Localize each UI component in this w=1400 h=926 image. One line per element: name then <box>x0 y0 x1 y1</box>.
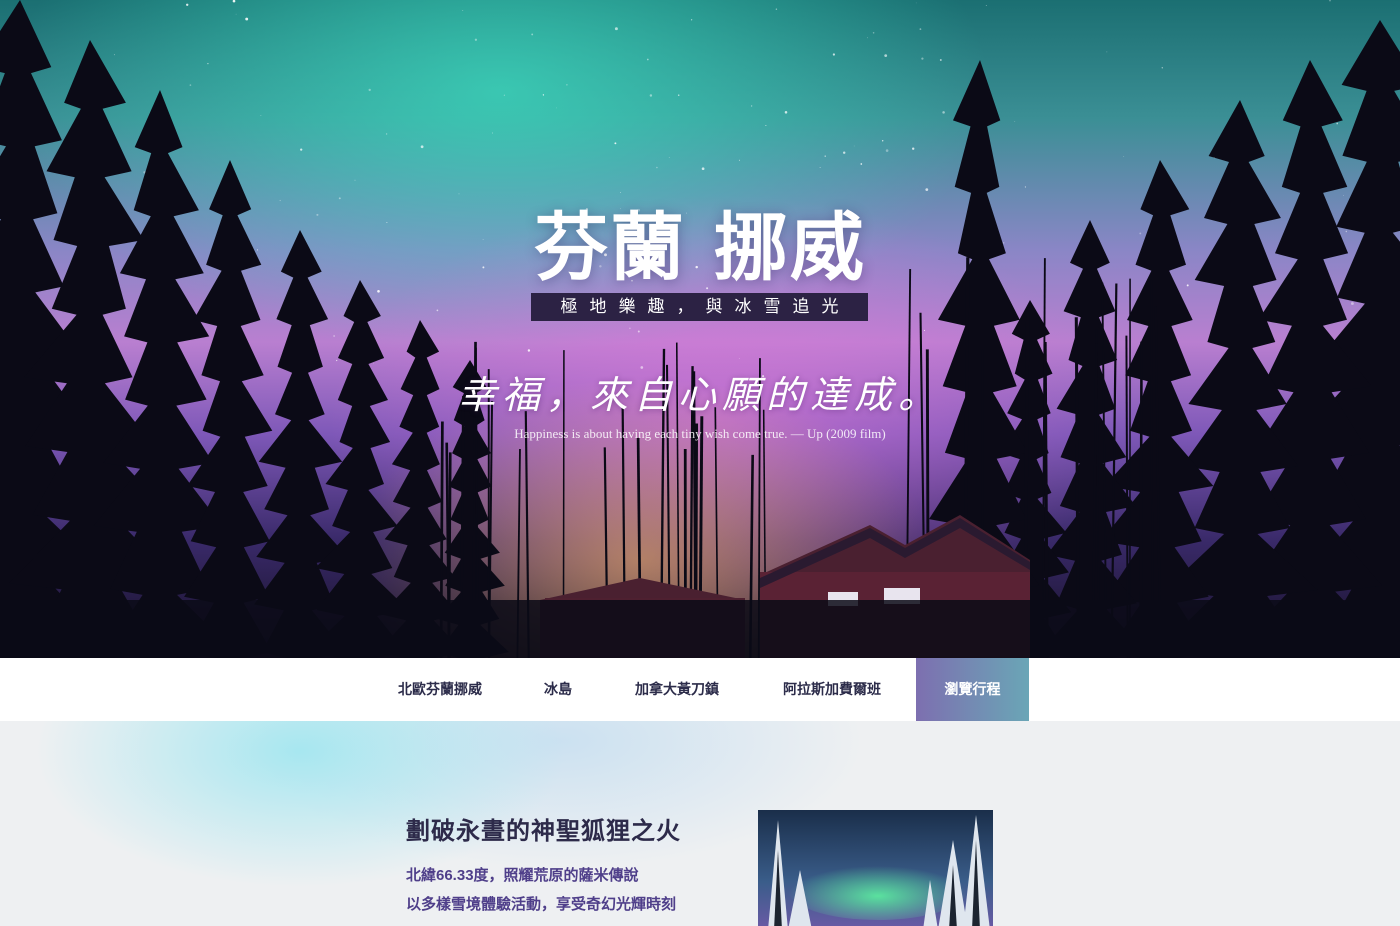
nav-item-yellowknife[interactable]: 加拿大黃刀鎮 <box>615 658 739 721</box>
hero-quote: Happiness is about having each tiny wish… <box>514 426 886 441</box>
nav-item-finland-norway[interactable]: 北歐芬蘭挪威 <box>378 658 502 721</box>
section-line-1: 北緯66.33度，照耀荒原的薩米傳說 <box>406 867 639 884</box>
intro-section: 劃破永晝的神聖狐狸之火 北緯66.33度，照耀荒原的薩米傳說 以多樣雪境體驗活動… <box>0 721 1400 926</box>
section-title: 劃破永晝的神聖狐狸之火 <box>406 816 681 845</box>
hero-title: 芬蘭 挪威 <box>534 205 866 291</box>
nav-item-iceland[interactable]: 冰島 <box>525 658 591 721</box>
browse-itinerary-button[interactable]: 瀏覽行程 <box>916 658 1029 721</box>
hero-subtitle-badge: 極地樂趣，與冰雪追光 <box>531 293 868 321</box>
main-navigation: 北歐芬蘭挪威 冰島 加拿大黃刀鎮 阿拉斯加費爾班 瀏覽行程 <box>0 658 1400 721</box>
section-line-2: 以多樣雪境體驗活動，享受奇幻光輝時刻 <box>406 896 677 913</box>
hero-banner: 芬蘭 挪威 極地樂趣，與冰雪追光 幸福，來自心願的達成。 Happiness i… <box>0 0 1400 658</box>
aurora-thumbnail-image <box>758 810 993 926</box>
aurora-forest-photo <box>0 0 1400 658</box>
hero-handwritten-tagline: 幸福，來自心願的達成。 <box>457 373 942 417</box>
nav-item-fairbanks[interactable]: 阿拉斯加費爾班 <box>765 658 899 721</box>
